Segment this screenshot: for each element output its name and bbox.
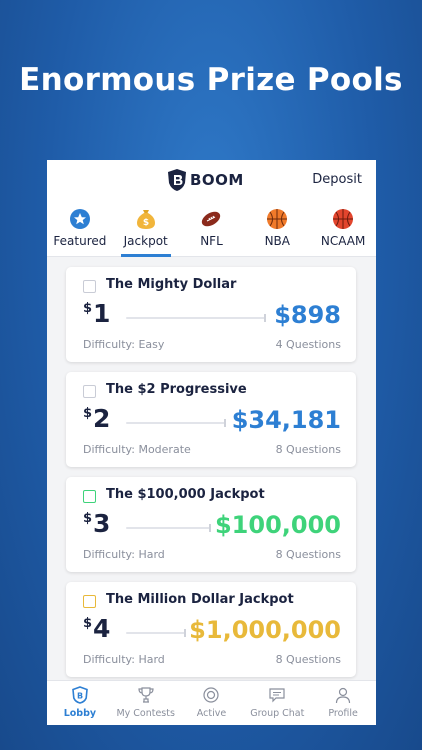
difficulty-label: Difficulty: Hard: [83, 548, 165, 561]
tab-jackpot[interactable]: $ Jackpot: [113, 200, 179, 257]
tab-label: NBA: [264, 234, 290, 248]
contest-title: The $100,000 Jackpot: [106, 487, 265, 502]
entry-amount: 1: [93, 299, 111, 328]
chat-icon: [269, 688, 285, 703]
favorite-star-icon[interactable]: [83, 595, 96, 608]
boom-shield-icon: B: [72, 686, 88, 704]
contest-card[interactable]: The $2 Progressive $2 $34,181 Difficulty…: [66, 372, 356, 467]
difficulty-label: Difficulty: Moderate: [83, 443, 191, 456]
currency-symbol: $: [83, 301, 93, 316]
favorite-star-icon[interactable]: [83, 280, 96, 293]
star-icon: [69, 209, 90, 229]
favorite-star-icon[interactable]: [83, 490, 96, 503]
progress-track: [126, 314, 266, 322]
prize-pool: $100,000: [214, 511, 341, 539]
target-icon: [203, 687, 220, 703]
money-bag-icon: $: [136, 210, 155, 229]
tab-nba[interactable]: NBA: [244, 200, 310, 256]
contest-title: The Mighty Dollar: [106, 277, 237, 292]
entry-fee: $1: [83, 299, 110, 328]
favorite-star-icon[interactable]: [83, 385, 96, 398]
prize-pool: $1,000,000: [189, 616, 341, 644]
brand-name: BOOM: [190, 171, 244, 189]
basketball-icon: [333, 209, 354, 229]
difficulty-label: Difficulty: Easy: [83, 338, 165, 351]
trophy-icon: [138, 687, 154, 703]
question-count: 8 Questions: [275, 443, 341, 456]
progress-track: [126, 524, 211, 532]
tab-nfl[interactable]: NFL: [179, 200, 245, 256]
prize-pool: $34,181: [231, 406, 341, 434]
nav-label: Group Chat: [250, 708, 305, 719]
prize-pool: $898: [274, 301, 341, 329]
entry-fee: $2: [83, 404, 110, 433]
contest-card[interactable]: The Million Dollar Jackpot $4 $1,000,000…: [66, 582, 356, 677]
nav-label: Active: [196, 708, 227, 719]
tab-ncaam[interactable]: NCAAM: [310, 200, 376, 256]
football-icon: [202, 211, 221, 227]
tab-label: NFL: [200, 234, 223, 248]
question-count: 8 Questions: [275, 653, 341, 666]
contest-category-tabs: Featured $ Jackpot NFL NBA NCAAM: [47, 200, 376, 257]
contest-title: The $2 Progressive: [106, 382, 247, 397]
entry-fee: $3: [83, 509, 110, 538]
progress-track: [126, 629, 186, 637]
currency-symbol: $: [83, 616, 93, 631]
nav-active[interactable]: Active: [179, 681, 245, 725]
svg-text:$: $: [143, 218, 149, 228]
tab-featured[interactable]: Featured: [47, 200, 113, 256]
deposit-button[interactable]: Deposit: [312, 172, 362, 187]
currency-symbol: $: [83, 406, 93, 421]
entry-fee: $4: [83, 614, 110, 643]
tab-label: Jackpot: [123, 234, 168, 248]
contest-title: The Million Dollar Jackpot: [106, 592, 294, 607]
nav-label: Lobby: [63, 708, 97, 719]
boom-shield-logo-icon: [168, 169, 186, 191]
boom-logo: BOOM: [167, 167, 244, 193]
basketball-icon: [267, 209, 288, 229]
entry-amount: 3: [93, 509, 111, 538]
nav-lobby[interactable]: B Lobby: [47, 681, 113, 725]
difficulty-label: Difficulty: Hard: [83, 653, 165, 666]
question-count: 8 Questions: [275, 548, 341, 561]
nav-my-contests[interactable]: My Contests: [113, 681, 179, 725]
bottom-nav: B Lobby My Contests Active Group Chat Pr…: [47, 680, 376, 725]
person-icon: [335, 687, 351, 704]
question-count: 4 Questions: [275, 338, 341, 351]
svg-text:B: B: [77, 692, 83, 701]
nav-label: Profile: [328, 708, 358, 719]
nav-profile[interactable]: Profile: [310, 681, 376, 725]
app-screen: BOOM Deposit Featured $ Jackpot NFL NBA …: [47, 160, 376, 725]
contest-card[interactable]: The Mighty Dollar $1 $898 Difficulty: Ea…: [66, 267, 356, 362]
tab-label: Featured: [53, 234, 107, 248]
nav-group-chat[interactable]: Group Chat: [244, 681, 310, 725]
tab-label: NCAAM: [320, 234, 366, 248]
promo-headline: Enormous Prize Pools: [19, 62, 403, 98]
currency-symbol: $: [83, 511, 93, 526]
top-bar: BOOM Deposit: [47, 160, 376, 201]
nav-label: My Contests: [116, 708, 175, 719]
entry-amount: 4: [93, 614, 111, 643]
entry-amount: 2: [93, 404, 111, 433]
contest-card[interactable]: The $100,000 Jackpot $3 $100,000 Difficu…: [66, 477, 356, 572]
progress-track: [126, 419, 226, 427]
